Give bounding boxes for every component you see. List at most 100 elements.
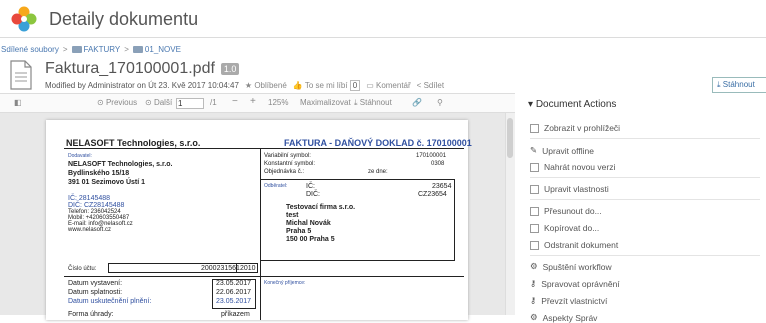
pencil-icon: ✎ <box>530 145 538 155</box>
action-copy-to[interactable]: Kopírovat do... <box>530 223 599 233</box>
title-bar: Detaily dokumentu <box>0 0 766 38</box>
zoom-level[interactable]: 125% <box>268 98 288 107</box>
move-icon <box>530 206 539 216</box>
folder-icon <box>132 46 143 54</box>
order-date-label: ze dne: <box>368 169 388 175</box>
breadcrumb-item-shared[interactable]: Sdílené soubory <box>1 45 59 54</box>
divider <box>530 255 760 256</box>
dates-rule <box>64 276 464 277</box>
page-count: /1 <box>210 98 217 107</box>
buyer-dic: CZ23654 <box>418 191 447 198</box>
divider <box>530 199 760 200</box>
supplier-web: www.nelasoft.cz <box>68 227 112 233</box>
action-start-workflow[interactable]: ⚙ Spuštění workflow <box>530 261 612 272</box>
download-icon: ⤓ <box>717 80 721 89</box>
buyer-line-2: test <box>286 212 299 219</box>
action-manage-permissions[interactable]: ⚷ Spravovat oprávnění <box>530 278 620 289</box>
heading-rule <box>64 148 464 149</box>
like-count: 0 <box>349 80 361 91</box>
final-recipient-label: Konečný příjemce: <box>264 280 306 286</box>
sidebar-toggle-icon[interactable]: ◧ <box>14 98 22 107</box>
buyer-name: Testovací firma s.r.o. <box>286 204 356 211</box>
zoom-out-button[interactable]: − <box>232 96 238 107</box>
buyer-ic-label: IČ: <box>306 183 315 190</box>
breadcrumb-item-faktury[interactable]: FAKTURY <box>71 45 120 54</box>
supplier-name: NELASOFT Technologies, s.r.o. <box>68 161 173 168</box>
supplier-ic: IČ: 28145488 <box>68 195 111 202</box>
download-button[interactable]: ⤓ Stáhnout <box>712 77 766 93</box>
view-icon <box>530 123 539 133</box>
zoom-in-button[interactable]: + <box>250 96 256 107</box>
buyer-label: Odběratel: <box>264 183 288 189</box>
buyer-dic-label: DIČ: <box>306 191 320 198</box>
maximize-button[interactable]: Maximalizovat <box>300 98 351 107</box>
account-number: 2000231561 <box>201 265 240 272</box>
comment-link[interactable]: ▭ Komentář <box>366 81 410 90</box>
buyer-line-5: 150 00 Praha 5 <box>286 236 335 243</box>
date-due-label: Datum splatnosti: <box>68 289 123 296</box>
supplier-street: Bydlinského 15/18 <box>68 170 130 177</box>
document-name: Faktura_170100001.pdf 1.0 <box>45 60 240 78</box>
search-icon[interactable]: ⚲ <box>437 98 443 107</box>
buyer-line-3: Michal Novák <box>286 220 331 227</box>
action-delete-document[interactable]: Odstranit dokument <box>530 240 618 250</box>
page-input[interactable]: 1 <box>176 98 204 109</box>
modified-text: Modified by Administrator on Út 23. Kvě … <box>45 81 239 90</box>
panel-header[interactable]: ▾ Document Actions <box>528 99 616 110</box>
toolbar-download-button[interactable]: ⤓ Stáhnout <box>354 98 392 108</box>
account-label: Číslo účtu: <box>68 266 97 272</box>
vs-label: Variabilní symbol: <box>264 153 311 159</box>
action-view-in-browser[interactable]: Zobrazit v prohlížeči <box>530 123 620 133</box>
breadcrumb-separator: > <box>62 45 68 54</box>
scrollbar-thumb[interactable] <box>507 118 513 158</box>
app-logo-icon <box>11 6 37 32</box>
buyer-ic: 23654 <box>432 183 452 190</box>
ks-label: Konstantní symbol: <box>264 161 316 167</box>
date-due: 22.06.2017 <box>216 289 252 296</box>
ks-value: 0308 <box>431 161 445 167</box>
link-icon[interactable]: 🔗 <box>412 98 422 107</box>
next-button[interactable]: ⊙ Další <box>145 98 172 107</box>
vs-value: 170100001 <box>416 153 447 159</box>
edit-properties-icon <box>530 184 539 194</box>
breadcrumb-separator: > <box>124 45 129 54</box>
date-issued-label: Datum vystavení: <box>68 280 123 287</box>
account-divider <box>236 263 237 273</box>
buyer-line-4: Praha 5 <box>286 228 312 235</box>
action-manage-aspects[interactable]: ⚙ Aspekty Správ <box>530 312 597 323</box>
like-link[interactable]: 👍 To se mi líbí 0 <box>293 80 361 91</box>
page-title: Detaily dokumentu <box>49 9 199 29</box>
bank-code: 2010 <box>240 265 256 272</box>
version-badge: 1.0 <box>220 63 240 75</box>
workflow-icon: ⚙ <box>530 261 538 271</box>
action-upload-version[interactable]: Nahrát novou verzi <box>530 162 615 172</box>
divider <box>530 177 760 178</box>
supplier-city: 391 01 Sezimovo Ústí 1 <box>68 179 146 186</box>
date-taxable-label: Datum uskutečnění plnění: <box>68 298 152 305</box>
favorite-link[interactable]: ★ Oblíbené <box>245 81 287 90</box>
date-taxable: 23.05.2017 <box>216 298 252 305</box>
share-link[interactable]: < Sdílet <box>417 81 444 90</box>
action-edit-properties[interactable]: Upravit vlastnosti <box>530 184 609 194</box>
key-icon: ⚷ <box>530 278 537 288</box>
date-issued: 23.05.2017 <box>216 280 252 287</box>
delete-icon <box>530 240 539 250</box>
breadcrumb-item-nove[interactable]: 01_NOVE <box>132 45 181 54</box>
pdf-toolbar: ◧ ⊙ Previous ⊙ Další 1 /1 − + 125% Maxim… <box>0 93 515 113</box>
order-label: Objednávka č.: <box>264 169 305 175</box>
copy-icon <box>530 223 539 233</box>
breadcrumb: Sdílené soubory > FAKTURY > 01_NOVE <box>1 45 181 54</box>
action-edit-offline[interactable]: ✎ Upravit offline <box>530 145 594 156</box>
document-icon <box>10 60 32 90</box>
document-actions-panel: ▾ Document Actions Zobrazit v prohlížeči… <box>520 93 766 323</box>
previous-button[interactable]: ⊙ Previous <box>97 98 137 107</box>
upload-icon <box>530 162 539 172</box>
divider <box>530 138 760 139</box>
file-name: Faktura_170100001.pdf <box>45 60 215 77</box>
key-icon: ⚷ <box>530 295 537 305</box>
aspects-icon: ⚙ <box>530 312 538 322</box>
action-take-ownership[interactable]: ⚷ Převzít vlastnictví <box>530 295 607 306</box>
supplier-dic: DIČ: CZ28145488 <box>68 202 125 209</box>
action-move-to[interactable]: Přesunout do... <box>530 206 602 216</box>
document-meta: Modified by Administrator on Út 23. Kvě … <box>45 80 444 91</box>
